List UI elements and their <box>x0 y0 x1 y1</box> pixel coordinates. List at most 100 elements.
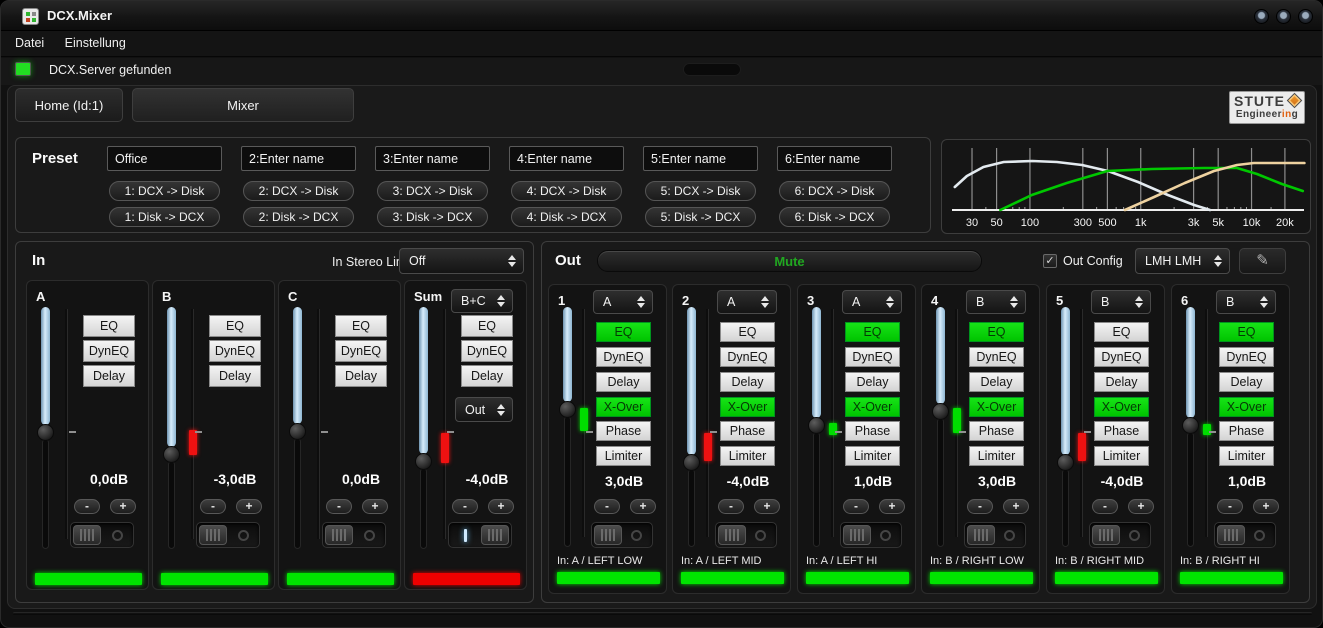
phase-button[interactable]: Phase <box>720 421 775 441</box>
gain-fader[interactable] <box>416 307 431 549</box>
eq-button[interactable]: EQ <box>969 322 1024 342</box>
gain-increase-button[interactable]: + <box>1003 499 1029 514</box>
gain-fader[interactable] <box>933 307 948 547</box>
input-source-select[interactable]: B <box>1091 290 1151 314</box>
eq-button[interactable]: EQ <box>1219 322 1274 342</box>
preset-load-from-disk-button[interactable]: 2: Disk -> DCX <box>243 207 354 227</box>
x-over-button[interactable]: X-Over <box>720 397 775 417</box>
x-over-button[interactable]: X-Over <box>969 397 1024 417</box>
gain-fader[interactable] <box>809 307 824 547</box>
eq-button[interactable]: EQ <box>596 322 651 342</box>
mute-button[interactable]: Mute <box>597 250 982 272</box>
delay-button[interactable]: Delay <box>1219 372 1274 392</box>
mute-toggle[interactable] <box>448 522 512 548</box>
gain-fader[interactable] <box>290 307 305 549</box>
out-config-checkbox[interactable]: ✓ <box>1043 254 1057 268</box>
gain-fader[interactable] <box>1183 307 1198 547</box>
mute-toggle[interactable] <box>715 522 777 548</box>
gain-increase-button[interactable]: + <box>1128 499 1154 514</box>
delay-button[interactable]: Delay <box>596 372 651 392</box>
tab-mixer[interactable]: Mixer <box>132 88 354 122</box>
gain-increase-button[interactable]: + <box>488 499 514 514</box>
preset-name-input[interactable] <box>643 146 758 171</box>
preset-name-input[interactable] <box>375 146 490 171</box>
gain-decrease-button[interactable]: - <box>843 499 869 514</box>
phase-button[interactable]: Phase <box>1219 421 1274 441</box>
input-source-select[interactable]: B <box>966 290 1026 314</box>
menu-einstellung[interactable]: Einstellung <box>57 36 134 50</box>
preset-save-to-disk-button[interactable]: 2: DCX -> Disk <box>243 181 354 201</box>
eq-button[interactable]: EQ <box>720 322 775 342</box>
x-over-button[interactable]: X-Over <box>596 397 651 417</box>
eq-button[interactable]: EQ <box>209 315 261 337</box>
gain-decrease-button[interactable]: - <box>200 499 226 514</box>
menu-datei[interactable]: Datei <box>7 36 52 50</box>
mute-toggle[interactable] <box>1089 522 1151 548</box>
input-source-select[interactable]: B+C <box>451 289 513 313</box>
gain-fader[interactable] <box>684 307 699 547</box>
x-over-button[interactable]: X-Over <box>845 397 900 417</box>
out-config-select[interactable]: LMH LMH <box>1135 248 1230 274</box>
preset-load-from-disk-button[interactable]: 1: Disk -> DCX <box>109 207 220 227</box>
gain-fader[interactable] <box>164 307 179 549</box>
eq-button[interactable]: EQ <box>335 315 387 337</box>
x-over-button[interactable]: X-Over <box>1094 397 1149 417</box>
preset-name-input[interactable] <box>241 146 356 171</box>
preset-save-to-disk-button[interactable]: 4: DCX -> Disk <box>511 181 622 201</box>
input-source-select[interactable]: A <box>842 290 902 314</box>
dyneq-button[interactable]: DynEQ <box>83 340 135 362</box>
input-source-select[interactable]: B <box>1216 290 1276 314</box>
dyneq-button[interactable]: DynEQ <box>461 340 513 362</box>
edit-button[interactable]: ✎ <box>1239 248 1286 274</box>
input-source-select[interactable]: A <box>593 290 653 314</box>
fader-thumb[interactable] <box>932 403 949 420</box>
preset-save-to-disk-button[interactable]: 5: DCX -> Disk <box>645 181 756 201</box>
sum-route-select[interactable]: Out <box>455 397 513 422</box>
limiter-button[interactable]: Limiter <box>1094 446 1149 466</box>
dyneq-button[interactable]: DynEQ <box>335 340 387 362</box>
toggle-handle[interactable] <box>325 525 353 545</box>
toggle-handle[interactable] <box>73 525 101 545</box>
toggle-handle[interactable] <box>199 525 227 545</box>
fader-thumb[interactable] <box>808 417 825 434</box>
dyneq-button[interactable]: DynEQ <box>969 347 1024 367</box>
preset-save-to-disk-button[interactable]: 1: DCX -> Disk <box>109 181 220 201</box>
mute-toggle[interactable] <box>322 522 386 548</box>
phase-button[interactable]: Phase <box>969 421 1024 441</box>
toggle-handle[interactable] <box>843 525 871 545</box>
delay-button[interactable]: Delay <box>209 365 261 387</box>
gain-increase-button[interactable]: + <box>630 499 656 514</box>
toggle-handle[interactable] <box>1217 525 1245 545</box>
fader-thumb[interactable] <box>37 424 54 441</box>
fader-thumb[interactable] <box>1182 417 1199 434</box>
limiter-button[interactable]: Limiter <box>969 446 1024 466</box>
gain-increase-button[interactable]: + <box>754 499 780 514</box>
fader-thumb[interactable] <box>415 453 432 470</box>
mute-toggle[interactable] <box>964 522 1026 548</box>
gain-fader[interactable] <box>1058 307 1073 547</box>
gain-fader[interactable] <box>38 307 53 549</box>
fader-thumb[interactable] <box>289 423 306 440</box>
close-button[interactable] <box>1298 9 1313 24</box>
limiter-button[interactable]: Limiter <box>720 446 775 466</box>
fader-thumb[interactable] <box>1057 454 1074 471</box>
delay-button[interactable]: Delay <box>1094 372 1149 392</box>
eq-button[interactable]: EQ <box>83 315 135 337</box>
preset-load-from-disk-button[interactable]: 5: Disk -> DCX <box>645 207 756 227</box>
dyneq-button[interactable]: DynEQ <box>209 340 261 362</box>
gain-decrease-button[interactable]: - <box>967 499 993 514</box>
delay-button[interactable]: Delay <box>720 372 775 392</box>
preset-name-input[interactable] <box>777 146 892 171</box>
gain-increase-button[interactable]: + <box>1253 499 1279 514</box>
delay-button[interactable]: Delay <box>335 365 387 387</box>
delay-button[interactable]: Delay <box>83 365 135 387</box>
phase-button[interactable]: Phase <box>1094 421 1149 441</box>
tab-home[interactable]: Home (Id:1) <box>15 88 123 122</box>
mute-toggle[interactable] <box>591 522 653 548</box>
gain-decrease-button[interactable]: - <box>74 499 100 514</box>
gain-fader[interactable] <box>560 307 575 547</box>
toggle-handle[interactable] <box>967 525 995 545</box>
preset-load-from-disk-button[interactable]: 6: Disk -> DCX <box>779 207 890 227</box>
dyneq-button[interactable]: DynEQ <box>596 347 651 367</box>
minimize-button[interactable] <box>1254 9 1269 24</box>
